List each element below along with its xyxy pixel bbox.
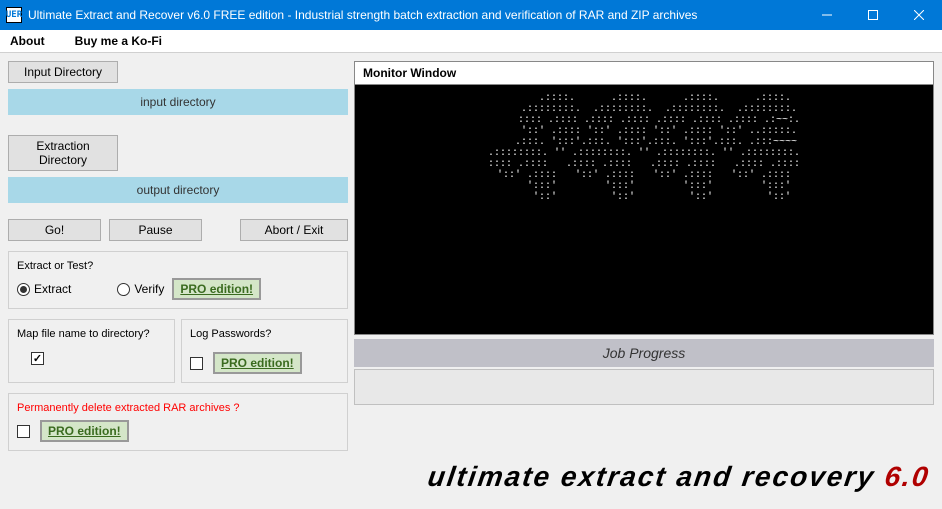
- extract-radio-label: Extract: [34, 282, 71, 296]
- delete-archives-group: Permanently delete extracted RAR archive…: [8, 393, 348, 451]
- content: Input Directory input directory Extracti…: [0, 53, 942, 459]
- menubar: About Buy me a Ko-Fi: [0, 30, 942, 53]
- delete-archives-checkbox[interactable]: [17, 425, 30, 438]
- minimize-button[interactable]: [804, 0, 850, 30]
- pro-badge-log[interactable]: PRO edition!: [213, 352, 302, 374]
- map-filename-checkbox[interactable]: [31, 352, 44, 365]
- extract-test-label: Extract or Test?: [17, 260, 339, 272]
- titlebar: UER Ultimate Extract and Recover v6.0 FR…: [0, 0, 942, 30]
- footer-text: ultimate extract and recovery: [426, 461, 887, 492]
- abort-button[interactable]: Abort / Exit: [240, 219, 348, 241]
- monitor-window: .::::. .::::. .::::. .::::. .::::::::. .…: [354, 85, 934, 335]
- map-filename-label: Map file name to directory?: [17, 328, 166, 340]
- menu-about[interactable]: About: [10, 34, 45, 48]
- go-button[interactable]: Go!: [8, 219, 101, 241]
- input-directory-button[interactable]: Input Directory: [8, 61, 118, 83]
- delete-archives-label: Permanently delete extracted RAR archive…: [17, 402, 339, 414]
- menu-kofi[interactable]: Buy me a Ko-Fi: [75, 34, 162, 48]
- app-icon: UER: [6, 7, 22, 23]
- verify-radio-label: Verify: [134, 282, 164, 296]
- extraction-directory-button[interactable]: Extraction Directory: [8, 135, 118, 171]
- extraction-directory-field[interactable]: output directory: [8, 177, 348, 203]
- action-row: Go! Pause Abort / Exit: [8, 219, 348, 241]
- window-title: Ultimate Extract and Recover v6.0 FREE e…: [28, 8, 804, 22]
- radio-icon: [117, 283, 130, 296]
- pro-badge-verify[interactable]: PRO edition!: [172, 278, 261, 300]
- footer-logo: ultimate extract and recovery 6.0: [426, 461, 932, 493]
- window-controls: [804, 0, 942, 30]
- footer: ultimate extract and recovery 6.0: [0, 459, 942, 499]
- job-progress-bar: [354, 369, 934, 405]
- close-button[interactable]: [896, 0, 942, 30]
- verify-radio[interactable]: Verify: [117, 282, 164, 296]
- left-panel: Input Directory input directory Extracti…: [8, 61, 348, 451]
- map-filename-group: Map file name to directory?: [8, 319, 175, 383]
- input-directory-field[interactable]: input directory: [8, 89, 348, 115]
- extract-radio[interactable]: Extract: [17, 282, 71, 296]
- right-panel: Monitor Window .::::. .::::. .::::. .:::…: [354, 61, 934, 451]
- log-passwords-group: Log Passwords? PRO edition!: [181, 319, 348, 383]
- monitor-header: Monitor Window: [354, 61, 934, 85]
- log-passwords-label: Log Passwords?: [190, 328, 339, 340]
- pro-badge-delete[interactable]: PRO edition!: [40, 420, 129, 442]
- footer-version: 6.0: [883, 461, 932, 492]
- maximize-button[interactable]: [850, 0, 896, 30]
- extract-test-group: Extract or Test? Extract Verify PRO edit…: [8, 251, 348, 309]
- log-passwords-checkbox[interactable]: [190, 357, 203, 370]
- job-progress-label: Job Progress: [354, 339, 934, 367]
- pause-button[interactable]: Pause: [109, 219, 202, 241]
- radio-icon: [17, 283, 30, 296]
